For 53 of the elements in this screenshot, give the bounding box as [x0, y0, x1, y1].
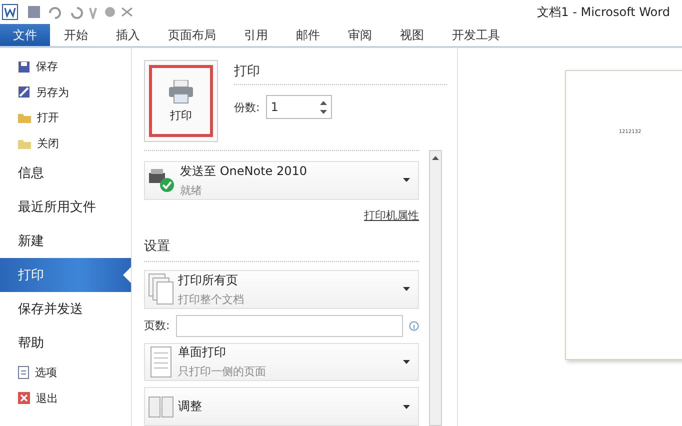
spin-down-icon[interactable] — [320, 110, 327, 114]
copies-spinner[interactable]: 1 — [266, 95, 332, 119]
ribbon-tab[interactable]: 审阅 — [334, 24, 386, 46]
nav-item[interactable]: 保存并发送 — [0, 292, 131, 326]
pages-label: 页数: — [144, 318, 170, 333]
print-button[interactable]: 打印 — [144, 60, 218, 142]
settings-dropdown[interactable]: 打印所有页 打印整个文档 — [144, 270, 419, 308]
spin-up-icon[interactable] — [320, 100, 327, 104]
ribbon-tab[interactable]: 开始 — [50, 24, 102, 46]
caret-icon — [403, 178, 410, 182]
scroll-up-icon[interactable] — [432, 156, 439, 160]
pages-input[interactable] — [176, 314, 403, 336]
settings-dropdown[interactable]: 调整 — [144, 387, 419, 426]
ribbon-tab[interactable]: 开发工具 — [438, 24, 514, 46]
nav-item[interactable]: 另存为 — [0, 80, 131, 105]
printer-ready-icon — [148, 167, 176, 194]
caret-icon — [403, 287, 410, 292]
page-icon — [148, 346, 174, 378]
folder-icon — [18, 112, 31, 124]
ribbon-tab[interactable]: 文件 — [0, 24, 50, 46]
nav-item[interactable]: 保存 — [0, 54, 131, 80]
pages-icon — [148, 273, 174, 306]
printer-dropdown[interactable]: 发送至 OneNote 2010 就绪 — [144, 161, 419, 200]
print-heading: 打印 — [234, 62, 447, 85]
nav-item[interactable]: 退出 — [0, 386, 131, 411]
settings-heading: 设置 — [144, 236, 419, 262]
copies-label: 份数: — [234, 100, 260, 114]
nav-item[interactable]: 打印 — [0, 258, 131, 292]
scrollbar[interactable] — [429, 150, 442, 426]
info-icon — [409, 320, 419, 330]
nav-item[interactable]: 关闭 — [0, 130, 131, 156]
nav-item[interactable]: 信息 — [0, 156, 131, 190]
settings-dropdown[interactable]: 单面打印 只打印一侧的页面 — [144, 342, 419, 382]
nav-item[interactable]: 帮助 — [0, 326, 131, 360]
window-title: 文档1 - Microsoft Word — [537, 4, 670, 20]
document-icon — [18, 366, 29, 380]
ribbon-tab[interactable]: 插入 — [102, 24, 154, 46]
nav-item[interactable]: 选项 — [0, 360, 131, 386]
close-icon — [18, 392, 30, 404]
nav-item[interactable]: 新建 — [0, 224, 131, 258]
ribbon-tab[interactable]: 页面布局 — [154, 24, 230, 46]
nav-item[interactable]: 最近所用文件 — [0, 190, 131, 224]
ribbon-tab[interactable]: 视图 — [386, 24, 438, 46]
printer-properties-link[interactable]: 打印机属性 — [364, 208, 419, 223]
ribbon-tab[interactable]: 引用 — [230, 24, 282, 46]
caret-icon — [403, 404, 410, 409]
save-icon — [18, 60, 30, 73]
printer-icon — [168, 80, 194, 104]
ribbon-tab[interactable]: 邮件 — [282, 24, 334, 46]
nav-item[interactable]: 打开 — [0, 105, 131, 130]
caret-icon — [403, 360, 410, 364]
save-as-icon — [18, 86, 30, 98]
folder-icon — [18, 138, 31, 149]
